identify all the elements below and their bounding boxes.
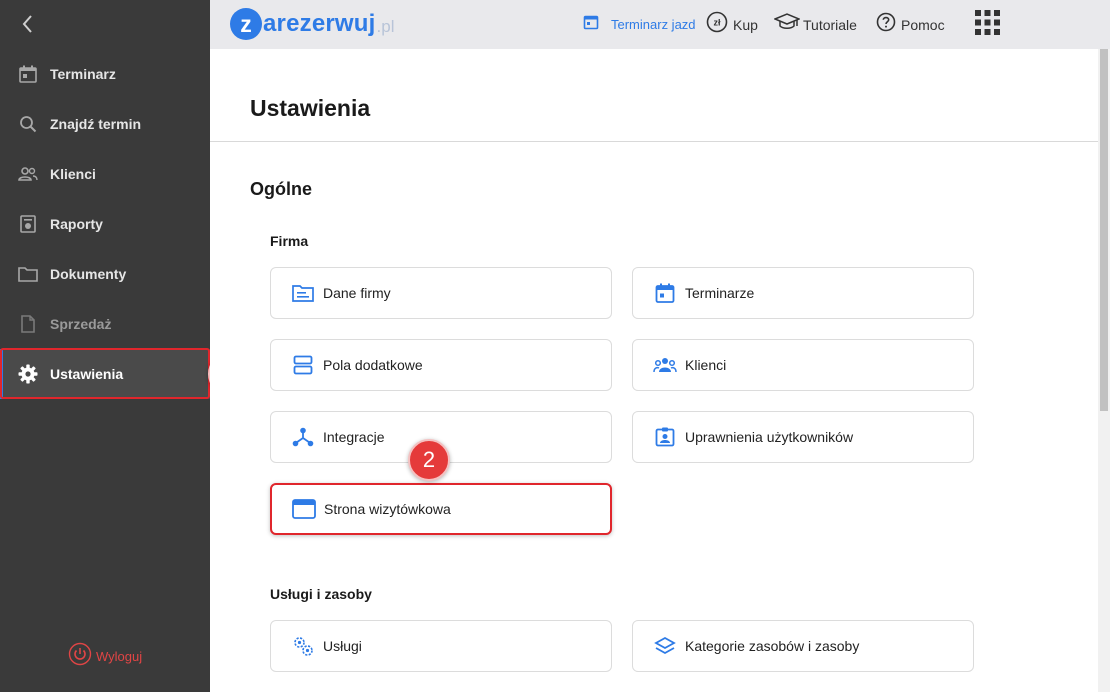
- sidebar-item-dokumenty[interactable]: Dokumenty: [0, 249, 210, 299]
- card-klienci[interactable]: Klienci: [632, 339, 974, 391]
- card-uslugi[interactable]: Usługi: [270, 620, 612, 672]
- sidebar-item-ustawienia[interactable]: Ustawienia: [0, 349, 210, 399]
- sidebar-item-label: Raporty: [50, 216, 103, 232]
- fields-icon: [291, 353, 315, 377]
- logout-label: Wyloguj: [96, 649, 143, 664]
- apps-grid-icon: [975, 9, 1000, 40]
- card-label: Dane firmy: [323, 285, 391, 301]
- group-title-uslugi-i-zasoby: Usługi i zasoby: [270, 586, 372, 602]
- nav-label: Terminarz jazd: [611, 17, 696, 32]
- card-strona-wizytowkowa[interactable]: Strona wizytówkowa: [270, 483, 612, 535]
- apps-grid-button[interactable]: [975, 0, 1000, 49]
- card-label: Kategorie zasobów i zasoby: [685, 638, 860, 654]
- sidebar-item-label: Klienci: [50, 166, 96, 182]
- card-label: Klienci: [685, 357, 727, 373]
- page-title: Ustawienia: [250, 95, 371, 121]
- graduation-cap-icon: [773, 12, 801, 37]
- card-label: Integracje: [323, 429, 385, 445]
- scrollbar-thumb[interactable]: [1100, 49, 1108, 411]
- divider: [210, 141, 1098, 142]
- layers-icon: [653, 634, 677, 658]
- document-icon: [18, 314, 38, 334]
- nav-label: Kup: [733, 16, 758, 33]
- card-label: Strona wizytówkowa: [324, 501, 451, 517]
- integration-icon: [291, 425, 315, 449]
- card-label: Terminarze: [685, 285, 755, 301]
- settings-page: Ustawienia Ogólne Firma Dane firmy Termi…: [210, 49, 1098, 692]
- gears-icon: [291, 634, 315, 658]
- section-title: Ogólne: [250, 179, 312, 199]
- nav-kup[interactable]: zł Kup: [706, 0, 758, 49]
- logo-letter: z: [230, 8, 262, 40]
- browser-window-icon: [292, 497, 316, 521]
- top-bar: z arezerwuj .pl Terminarz jazd zł Kup Tu…: [210, 0, 1110, 49]
- scrollbar[interactable]: [1098, 49, 1110, 692]
- nav-pomoc[interactable]: Pomoc: [876, 0, 945, 49]
- company-data-icon: [291, 281, 315, 305]
- sidebar-item-label: Sprzedaż: [50, 316, 112, 332]
- sidebar-item-znajdz-termin[interactable]: Znajdź termin: [0, 99, 210, 149]
- card-uprawnienia-uzytkownikow[interactable]: Uprawnienia użytkowników: [632, 411, 974, 463]
- card-label: Pola dodatkowe: [323, 357, 423, 373]
- card-pola-dodatkowe[interactable]: Pola dodatkowe: [270, 339, 612, 391]
- people-icon: [18, 164, 38, 184]
- card-dane-firmy[interactable]: Dane firmy: [270, 267, 612, 319]
- nav-tutoriale[interactable]: Tutoriale: [773, 0, 857, 49]
- card-label: Uprawnienia użytkowników: [685, 429, 854, 445]
- logo-name: arezerwuj: [263, 10, 376, 37]
- search-icon: [18, 114, 38, 134]
- brand-logo[interactable]: z arezerwuj .pl: [230, 8, 395, 40]
- sidebar-item-raporty[interactable]: Raporty: [0, 199, 210, 249]
- group-title-firma: Firma: [270, 233, 309, 249]
- sidebar-item-terminarz[interactable]: Terminarz: [0, 49, 210, 99]
- gear-icon: [18, 364, 38, 384]
- nav-terminarz-jazd[interactable]: Terminarz jazd: [583, 0, 696, 49]
- user-badge-icon: [653, 425, 677, 449]
- sidebar-item-klienci[interactable]: Klienci: [0, 149, 210, 199]
- zloty-coin-icon: zł: [706, 11, 728, 38]
- sidebar-item-label: Dokumenty: [50, 266, 127, 282]
- help-circle-icon: [876, 12, 896, 37]
- sidebar-item-label: Znajdź termin: [50, 116, 142, 132]
- step-badge-2: 2: [408, 439, 450, 481]
- calendar-icon: [18, 64, 38, 84]
- sidebar: Terminarz Znajdź termin Klienci Raporty …: [0, 0, 210, 692]
- card-label: Usługi: [323, 638, 362, 654]
- card-terminarze[interactable]: Terminarze: [632, 267, 974, 319]
- logout-button[interactable]: Wyloguj: [68, 642, 142, 671]
- nav-label: Pomoc: [901, 16, 945, 33]
- calendar-icon: [653, 281, 677, 305]
- sidebar-item-label: Terminarz: [50, 66, 116, 82]
- calendar-icon: [583, 14, 599, 35]
- chevron-left-icon[interactable]: [16, 12, 40, 36]
- sidebar-item-label: Ustawienia: [50, 366, 124, 382]
- power-icon: [68, 642, 92, 671]
- report-icon: [18, 214, 38, 234]
- card-kategorie-zasobow[interactable]: Kategorie zasobów i zasoby: [632, 620, 974, 672]
- folder-icon: [18, 264, 38, 284]
- clients-icon: [653, 353, 677, 377]
- svg-text:zł: zł: [713, 18, 721, 28]
- logo-tld: .pl: [376, 17, 395, 36]
- nav-label: Tutoriale: [803, 16, 857, 33]
- sidebar-item-sprzedaz[interactable]: Sprzedaż: [0, 299, 210, 349]
